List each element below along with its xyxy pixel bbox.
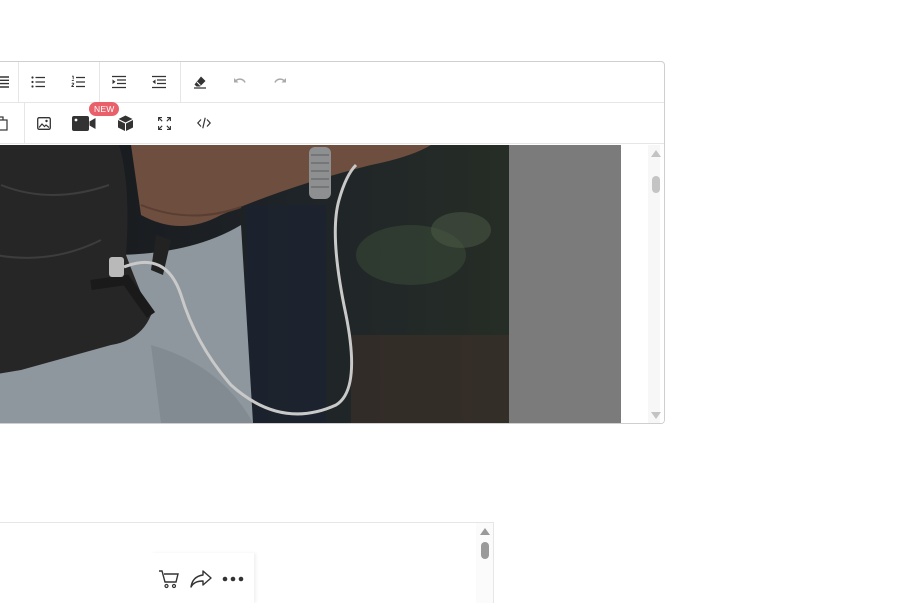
more-options-icon[interactable] — [219, 567, 247, 591]
insert-image-icon[interactable] — [31, 111, 57, 135]
product-actions-bar — [151, 553, 254, 603]
source-code-icon[interactable] — [191, 111, 217, 135]
toolbar-separator — [180, 62, 181, 102]
redo-icon[interactable] — [267, 70, 293, 94]
indent-icon[interactable] — [106, 70, 132, 94]
undo-icon[interactable] — [227, 70, 253, 94]
toolbar-separator — [99, 62, 100, 102]
toolbar-separator — [18, 62, 19, 102]
insert-3d-model-icon[interactable] — [112, 111, 138, 135]
align-justify-icon[interactable] — [0, 70, 15, 94]
scroll-down-arrow-icon[interactable] — [651, 412, 661, 419]
outdent-icon[interactable] — [146, 70, 172, 94]
scroll-up-arrow-icon[interactable] — [480, 528, 490, 535]
paste-icon[interactable] — [0, 111, 14, 135]
cart-icon[interactable] — [155, 567, 183, 591]
clear-formatting-icon[interactable] — [187, 70, 213, 94]
toolbar-separator — [24, 103, 25, 143]
rich-text-editor: NEW — [0, 61, 665, 424]
share-icon[interactable] — [187, 567, 215, 591]
scrollbar-track[interactable] — [648, 145, 661, 423]
product-lifestyle-photo — [0, 145, 509, 423]
scroll-up-arrow-icon[interactable] — [651, 150, 661, 157]
numbered-list-icon[interactable] — [65, 70, 91, 94]
preview-panel — [0, 522, 494, 603]
editor-vertical-scrollbar[interactable] — [646, 145, 664, 423]
scrollbar-thumb[interactable] — [652, 176, 660, 193]
image-side-pane — [509, 145, 621, 423]
toolbar-row-insert: NEW — [0, 102, 664, 144]
preview-vertical-scrollbar[interactable] — [476, 523, 493, 603]
fullscreen-icon[interactable] — [151, 111, 177, 135]
toolbar-row-format — [0, 62, 664, 103]
bulleted-list-icon[interactable] — [25, 70, 51, 94]
scrollbar-thumb[interactable] — [481, 542, 489, 559]
editor-content-area[interactable] — [0, 145, 664, 423]
